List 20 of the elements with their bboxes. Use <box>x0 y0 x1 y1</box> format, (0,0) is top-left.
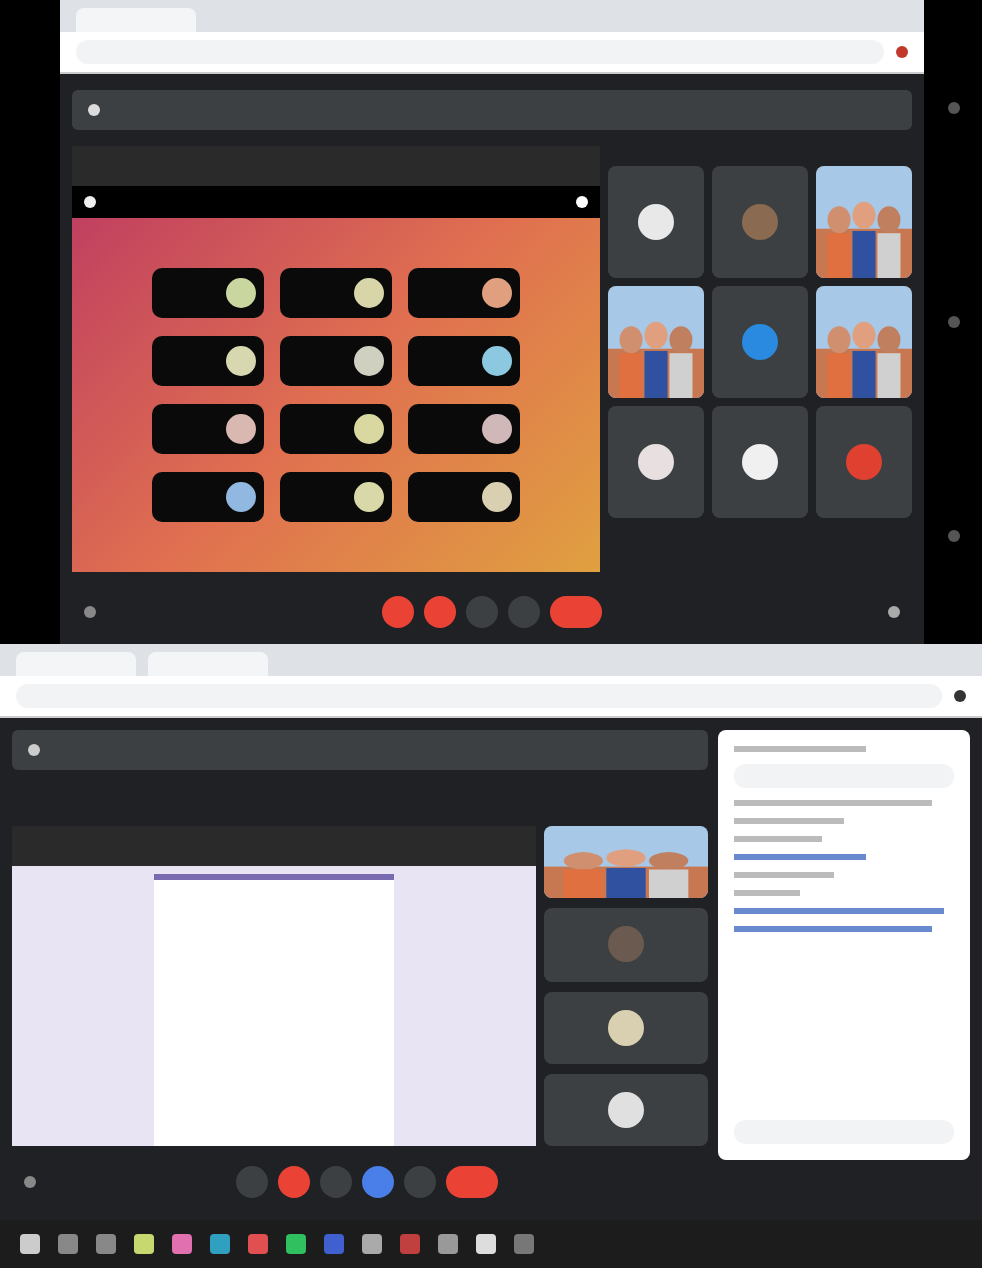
app-icon[interactable] <box>20 1234 40 1254</box>
app-icon[interactable] <box>400 1234 420 1254</box>
app-icon[interactable] <box>362 1234 382 1254</box>
call-control-button[interactable] <box>382 596 414 628</box>
app-icon[interactable] <box>248 1234 268 1254</box>
app-icon[interactable] <box>58 1234 78 1254</box>
app-icon[interactable] <box>438 1234 458 1254</box>
app-icon[interactable] <box>210 1234 230 1254</box>
app-icon[interactable] <box>514 1234 534 1254</box>
app-icon[interactable] <box>476 1234 496 1254</box>
app-icon[interactable] <box>134 1234 154 1254</box>
app-icon[interactable] <box>172 1234 192 1254</box>
app-icon[interactable] <box>324 1234 344 1254</box>
end-call-button[interactable] <box>550 596 602 628</box>
app-icon[interactable] <box>286 1234 306 1254</box>
call-control-button[interactable] <box>361 1166 393 1198</box>
app-icon[interactable] <box>96 1234 116 1254</box>
call-control-button[interactable] <box>424 596 456 628</box>
end-call-button[interactable] <box>445 1166 497 1198</box>
call-control-button[interactable] <box>277 1166 309 1198</box>
